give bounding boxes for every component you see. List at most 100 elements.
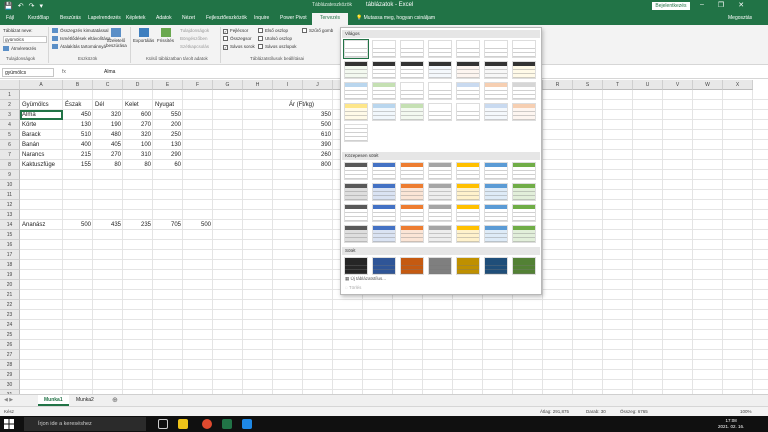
row-header-7[interactable]: 7 <box>0 150 20 160</box>
column-header-g[interactable]: G <box>213 80 243 90</box>
table-style-swatch[interactable] <box>512 40 536 58</box>
row-header-1[interactable]: 1 <box>0 90 20 100</box>
row-header-8[interactable]: 8 <box>0 160 20 170</box>
cell-b7[interactable]: 215 <box>63 150 93 160</box>
table-name-input[interactable]: gyümölcs <box>3 36 47 43</box>
zoom-level[interactable]: 100% <box>740 409 752 414</box>
column-header-f[interactable]: F <box>183 80 213 90</box>
table-style-swatch[interactable] <box>372 162 396 180</box>
table-style-swatch[interactable] <box>400 257 424 275</box>
cell-j4[interactable]: 500 <box>303 120 333 130</box>
total-row-option[interactable]: Összegsor <box>223 36 252 41</box>
file-explorer-icon[interactable] <box>178 419 188 429</box>
row-header-23[interactable]: 23 <box>0 310 20 320</box>
cell-f14[interactable]: 500 <box>183 220 213 230</box>
tab-page-layout[interactable]: Lapelrendezés <box>88 15 121 21</box>
row-header-21[interactable]: 21 <box>0 290 20 300</box>
cell-j6[interactable]: 390 <box>303 140 333 150</box>
row-header-22[interactable]: 22 <box>0 300 20 310</box>
tab-inquire[interactable]: Inquire <box>254 15 269 21</box>
table-style-swatch[interactable] <box>428 40 452 58</box>
table-style-swatch[interactable] <box>400 183 424 201</box>
table-style-swatch[interactable] <box>512 204 536 222</box>
fx-icon[interactable]: fx <box>62 69 66 75</box>
app-taskbar-icon[interactable] <box>242 419 252 429</box>
table-style-swatch[interactable] <box>400 204 424 222</box>
windows-start-icon[interactable] <box>4 419 14 429</box>
column-header-h[interactable]: H <box>243 80 273 90</box>
refresh-button[interactable]: Frissítés <box>157 28 174 43</box>
pivot-summary-button[interactable]: Összegzés kimutatással <box>52 28 109 33</box>
table-style-swatch[interactable] <box>484 61 508 79</box>
table-style-swatch[interactable] <box>400 82 424 100</box>
open-browser-button[interactable]: Böngészőben <box>180 36 208 41</box>
row-header-11[interactable]: 11 <box>0 190 20 200</box>
tab-developer[interactable]: Fejlesztőeszközök <box>206 15 247 21</box>
insert-slicer-button[interactable]: Szeletelő beszúrása <box>106 28 127 48</box>
row-header-17[interactable]: 17 <box>0 250 20 260</box>
cell-e14[interactable]: 705 <box>153 220 183 230</box>
sheet-tab-munka2[interactable]: Munka2 <box>70 395 100 406</box>
cell-d14[interactable]: 235 <box>123 220 153 230</box>
column-header-c[interactable]: C <box>93 80 123 90</box>
system-clock[interactable]: 17:08 2021. 02. 16. <box>718 418 744 430</box>
properties-button[interactable]: Tulajdonságok <box>180 28 209 33</box>
row-header-4[interactable]: 4 <box>0 120 20 130</box>
banded-columns-option[interactable]: Sávos oszlopok <box>258 44 297 49</box>
table-style-swatch[interactable] <box>512 257 536 275</box>
chrome-icon[interactable] <box>202 419 212 429</box>
cell-d8[interactable]: 80 <box>123 160 153 170</box>
save-icon[interactable]: 💾 <box>4 2 13 10</box>
row-header-18[interactable]: 18 <box>0 260 20 270</box>
row-header-5[interactable]: 5 <box>0 130 20 140</box>
select-all-corner[interactable] <box>0 80 20 90</box>
tab-home[interactable]: Kezdőlap <box>28 15 49 21</box>
row-header-19[interactable]: 19 <box>0 270 20 280</box>
table-style-swatch[interactable] <box>512 82 536 100</box>
table-style-gallery[interactable]: Világos Közepesen sötét Sötét ▦ Új táblá… <box>340 27 542 295</box>
table-style-swatch[interactable] <box>428 257 452 275</box>
table-style-swatch[interactable] <box>512 162 536 180</box>
cell-b4[interactable]: 130 <box>63 120 93 130</box>
cell-d4[interactable]: 270 <box>123 120 153 130</box>
row-header-13[interactable]: 13 <box>0 210 20 220</box>
row-header-30[interactable]: 30 <box>0 380 20 390</box>
table-style-swatch[interactable] <box>372 257 396 275</box>
column-header-i[interactable]: I <box>273 80 303 90</box>
add-sheet-icon[interactable]: ⊕ <box>112 396 118 404</box>
table-style-swatch[interactable] <box>428 204 452 222</box>
restore-button[interactable]: ❐ <box>718 1 724 9</box>
table-style-swatch[interactable] <box>456 257 480 275</box>
table-style-swatch[interactable] <box>484 40 508 58</box>
table-style-swatch[interactable] <box>484 162 508 180</box>
filter-button-option[interactable]: Szűrő gomb <box>302 28 333 33</box>
row-header-27[interactable]: 27 <box>0 350 20 360</box>
cell-d7[interactable]: 310 <box>123 150 153 160</box>
column-header-r[interactable]: R <box>543 80 573 90</box>
signin-button[interactable]: Bejelentkezés <box>652 2 690 10</box>
table-style-swatch[interactable] <box>456 82 480 100</box>
cell-b8[interactable]: 155 <box>63 160 93 170</box>
row-header-28[interactable]: 28 <box>0 360 20 370</box>
table-style-swatch[interactable] <box>484 82 508 100</box>
table-style-swatch[interactable] <box>344 61 368 79</box>
tab-insert[interactable]: Beszúrás <box>60 15 81 21</box>
table-style-swatch[interactable] <box>400 225 424 243</box>
table-style-swatch[interactable] <box>456 204 480 222</box>
table-style-swatch[interactable] <box>344 103 368 121</box>
table-style-swatch[interactable] <box>428 225 452 243</box>
row-header-2[interactable]: 2 <box>0 100 20 110</box>
cell-d5[interactable]: 320 <box>123 130 153 140</box>
cell-d6[interactable]: 100 <box>123 140 153 150</box>
table-style-swatch[interactable] <box>344 82 368 100</box>
table-style-swatch[interactable] <box>456 103 480 121</box>
table-style-swatch[interactable] <box>344 124 368 142</box>
table-style-swatch[interactable] <box>344 225 368 243</box>
column-header-w[interactable]: W <box>693 80 723 90</box>
cell-e3[interactable]: 550 <box>153 110 183 120</box>
banded-rows-option[interactable]: ✓ Sávos sorok <box>223 44 255 50</box>
cell-e5[interactable]: 250 <box>153 130 183 140</box>
row-header-29[interactable]: 29 <box>0 370 20 380</box>
cell-c8[interactable]: 80 <box>93 160 123 170</box>
cell-e7[interactable]: 290 <box>153 150 183 160</box>
